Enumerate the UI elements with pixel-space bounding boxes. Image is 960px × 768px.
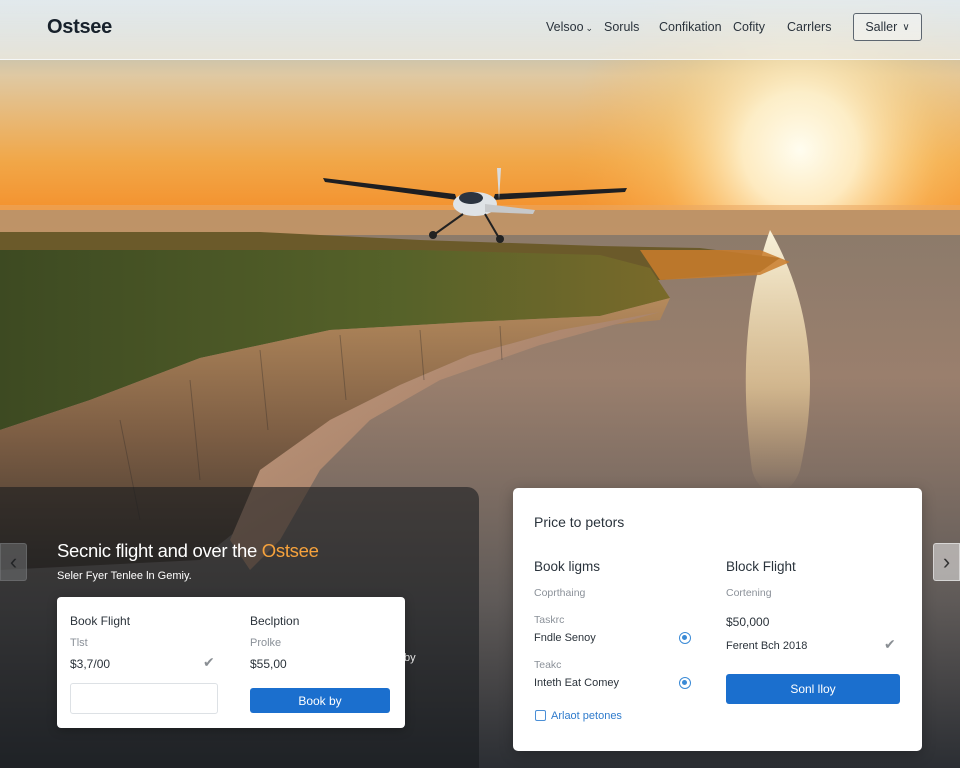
top-nav-bar: Ostsee Velsoo ⌄ Soruls Confikation Cofity… xyxy=(0,0,960,60)
option2-text: Inteth Eat Comey xyxy=(534,677,619,689)
seller-select-button[interactable]: Saller ∨ xyxy=(853,13,922,41)
booking-card: Book Flight Tlst $3,7/00 ✔ Beclption Pro… xyxy=(57,597,405,728)
booking-col1-label: Tlst xyxy=(70,637,88,649)
check-icon: ✔ xyxy=(884,636,896,652)
chevron-down-icon: ⌄ xyxy=(585,23,594,33)
add-options-link[interactable]: Arlaot petones xyxy=(551,710,622,722)
nav-item-velsoo[interactable]: Velsoo ⌄ xyxy=(546,20,593,34)
check-icon: ✔ xyxy=(203,654,215,670)
booking-col2-label: Prolke xyxy=(250,637,282,649)
block-flight-heading: Block Flight xyxy=(726,559,796,574)
nav-item-soruls[interactable]: Soruls xyxy=(604,20,639,34)
booking-input[interactable] xyxy=(70,683,218,714)
block-flight-price: $50,000 xyxy=(726,615,770,629)
hero-title: Secnic flight and over the Ostsee xyxy=(57,540,319,562)
block-flight-label: Cortening xyxy=(726,587,772,599)
option1-radio[interactable] xyxy=(679,632,691,644)
hero-side-text: by xyxy=(404,652,416,664)
site-logo[interactable]: Ostsee xyxy=(47,16,112,39)
option1-text: Fndle Senoy xyxy=(534,632,596,644)
hero-title-main: Secnic flight and over the xyxy=(57,540,262,561)
booking-col1-value: $3,7/00 xyxy=(70,657,111,671)
option2-radio[interactable] xyxy=(679,677,691,689)
nav-item-carrlers[interactable]: Carrlers xyxy=(787,20,831,34)
block-flight-detail: Ferent Bch 2018 xyxy=(726,640,808,652)
price-card: Price to petors Book ligms Coprthaing Ta… xyxy=(513,488,922,751)
booking-col2-value: $55,00 xyxy=(250,657,287,671)
nav-item-confikation[interactable]: Confikation xyxy=(659,20,722,34)
price-card-title: Price to petors xyxy=(534,514,625,530)
book-button[interactable]: Book by xyxy=(250,688,390,713)
book-section-heading: Book ligms xyxy=(534,559,601,574)
booking-col2-title: Beclption xyxy=(250,614,300,628)
add-options-checkbox[interactable] xyxy=(535,710,546,721)
hero-subtitle: Seler Fyer Tenlee ln Gemiy. xyxy=(57,570,192,582)
option1-label: Taskrc xyxy=(534,614,565,626)
book-section-label: Coprthaing xyxy=(534,587,586,599)
booking-col1-title: Book Flight xyxy=(70,614,131,628)
chevron-right-icon: › xyxy=(942,549,951,574)
nav-item-cofity[interactable]: Cofity xyxy=(733,20,765,34)
seller-select-label: Saller xyxy=(865,20,898,34)
block-flight-button[interactable]: Sonl lloy xyxy=(726,674,900,704)
hero-title-accent: Ostsee xyxy=(261,540,319,561)
option2-label: Teakc xyxy=(534,659,562,671)
slider-next-button[interactable]: › xyxy=(933,543,960,581)
chevron-down-icon: ∨ xyxy=(902,21,910,33)
